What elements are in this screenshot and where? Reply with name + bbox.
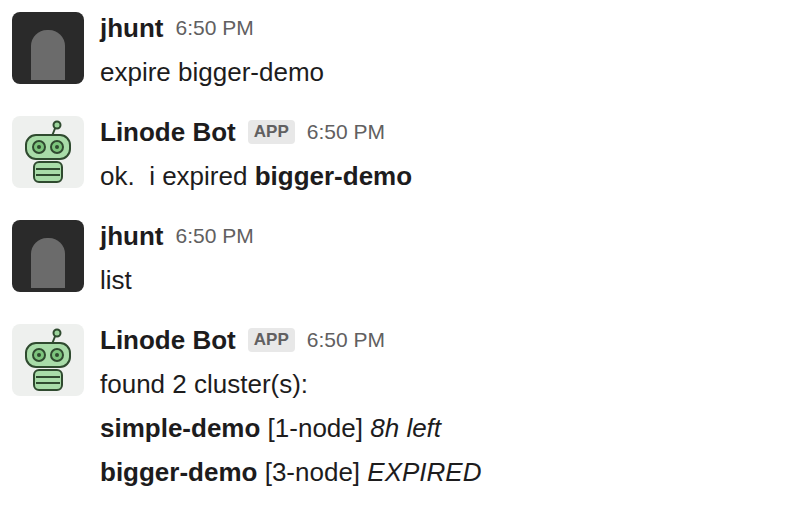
message-line: bigger-demo [3-node] EXPIRED (100, 450, 481, 494)
message-header: jhunt 6:50 PM (100, 214, 254, 258)
message: jhunt 6:50 PM list (0, 214, 790, 302)
message-text-segment: simple-demo (100, 413, 260, 443)
message: Linode Bot APP 6:50 PM found 2 cluster(s): s… (0, 318, 790, 494)
message-line: simple-demo [1-node] 8h left (100, 406, 481, 450)
app-badge: APP (248, 120, 295, 144)
message-text-segment: [1-node] (260, 413, 370, 443)
timestamp[interactable]: 6:50 PM (307, 318, 385, 362)
message-text-segment: found 2 cluster(s): (100, 369, 308, 399)
timestamp[interactable]: 6:50 PM (176, 6, 254, 50)
bot-avatar[interactable] (12, 116, 84, 188)
message-text-segment: bigger-demo (255, 161, 412, 191)
message-line: found 2 cluster(s): (100, 362, 481, 406)
author-name[interactable]: jhunt (100, 214, 164, 258)
message-text-segment: bigger-demo (100, 457, 257, 487)
timestamp[interactable]: 6:50 PM (176, 214, 254, 258)
message: jhunt 6:50 PM expire bigger-demo (0, 6, 790, 94)
message-header: Linode Bot APP 6:50 PM (100, 110, 412, 154)
message-text-segment: list (100, 265, 132, 295)
message-line: ok. i expired bigger-demo (100, 154, 412, 198)
bot-avatar[interactable] (12, 324, 84, 396)
message-header: Linode Bot APP 6:50 PM (100, 318, 481, 362)
author-name[interactable]: Linode Bot (100, 318, 236, 362)
user-avatar[interactable] (12, 12, 84, 84)
message-text-segment: 8h left (370, 413, 441, 443)
robot-icon (12, 324, 84, 396)
app-badge: APP (248, 328, 295, 352)
message-text-segment: ok. i expired (100, 161, 255, 191)
message-text-segment: [3-node] (257, 457, 367, 487)
message-line: list (100, 258, 254, 302)
robot-icon (12, 116, 84, 188)
user-avatar[interactable] (12, 220, 84, 292)
message-text-segment: EXPIRED (367, 457, 481, 487)
timestamp[interactable]: 6:50 PM (307, 110, 385, 154)
message-text-segment: expire bigger-demo (100, 57, 324, 87)
message-line: expire bigger-demo (100, 50, 324, 94)
author-name[interactable]: Linode Bot (100, 110, 236, 154)
message-header: jhunt 6:50 PM (100, 6, 324, 50)
author-name[interactable]: jhunt (100, 6, 164, 50)
chat-window: jhunt 6:50 PM expire bigger-demo Linode Bot… (0, 0, 790, 506)
message: Linode BotAPP6:50 PMok. i expired bigger… (0, 110, 790, 198)
